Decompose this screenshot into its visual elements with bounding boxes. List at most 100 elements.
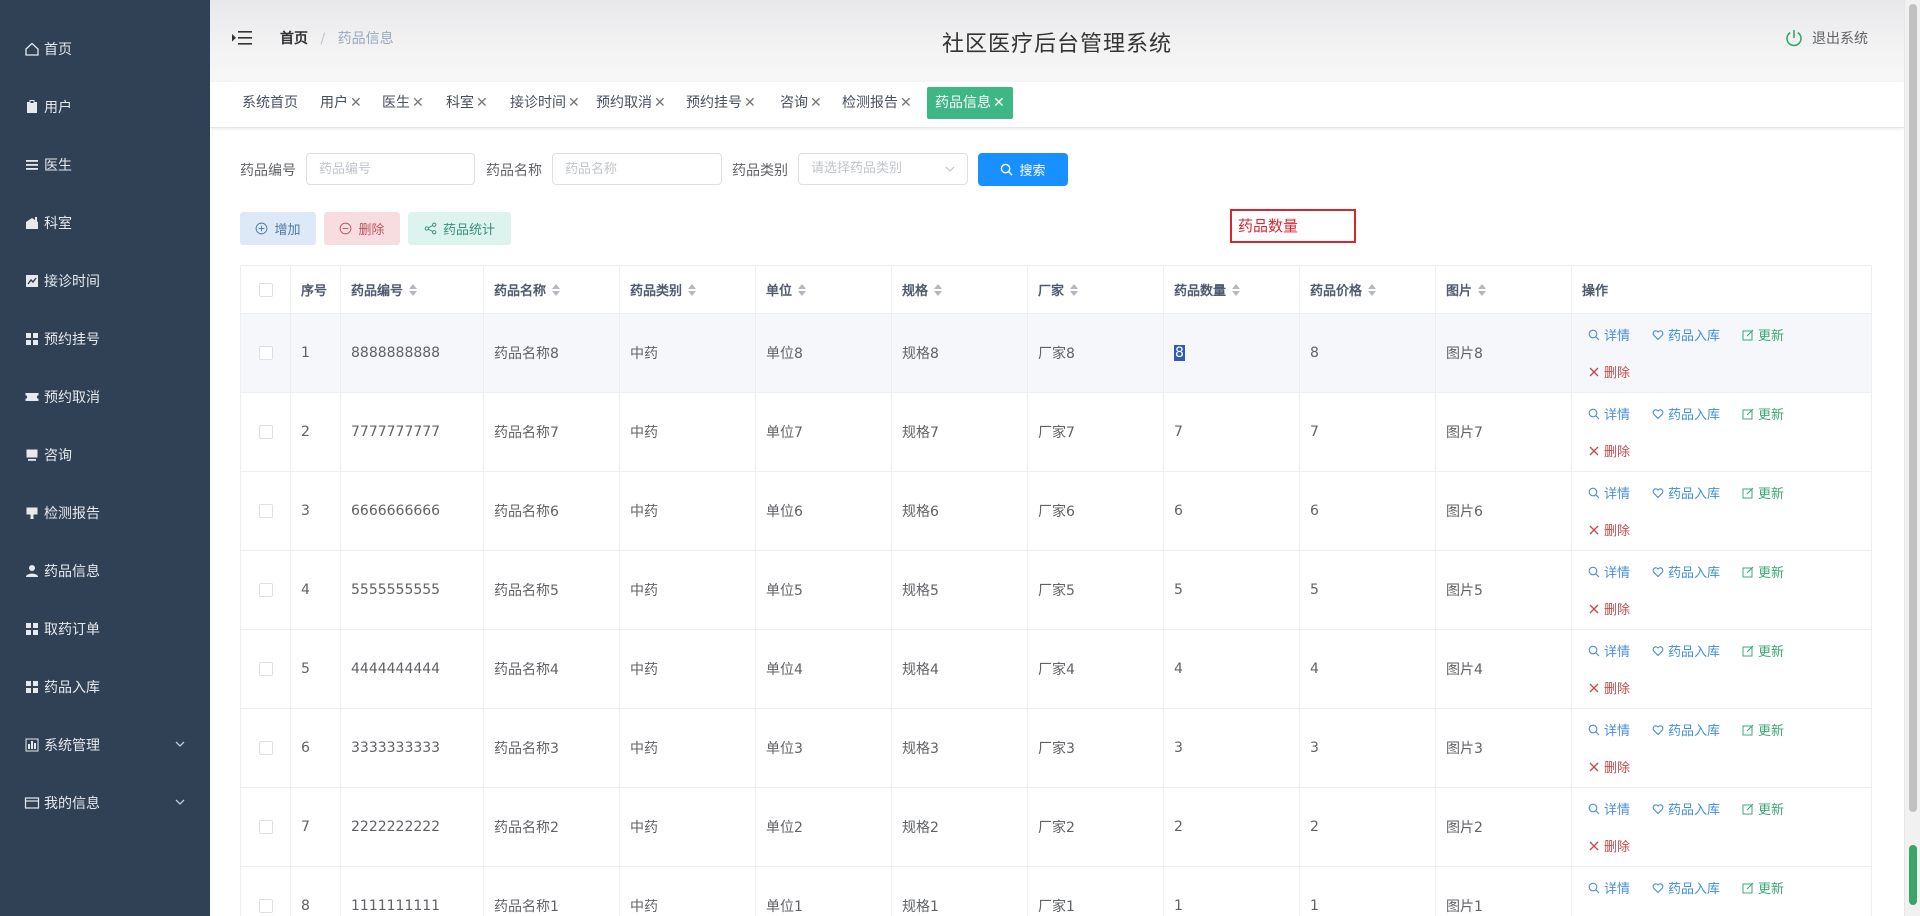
close-icon[interactable]: ✕ [568, 95, 580, 111]
sidebar-item[interactable]: 检测报告 [0, 484, 210, 542]
select-all-checkbox[interactable] [258, 282, 273, 297]
detail-button[interactable]: 详情 [1588, 483, 1630, 502]
sidebar-item[interactable]: 首页 [0, 20, 210, 78]
logout-button[interactable]: 退出系统 [1784, 28, 1868, 48]
sort-icon[interactable] [934, 283, 943, 296]
stock-in-button[interactable]: 药品入库 [1652, 483, 1720, 502]
tab-item[interactable]: 系统首页 [238, 87, 302, 119]
row-checkbox[interactable] [258, 820, 273, 834]
table-row[interactable]: 7 2222222222 药品名称2 中药 单位2 规格2 厂家2 2 2 图片2 详情 药品入库 更新… [241, 788, 1871, 867]
table-row[interactable]: 8 1111111111 药品名称1 中药 单位1 规格1 厂家1 1 1 图片1 详情 药品入库 更新… [241, 867, 1871, 916]
tab-item[interactable]: 药品信息 ✕ [927, 87, 1013, 119]
detail-button[interactable]: 详情 [1588, 720, 1630, 739]
delete-button[interactable]: 删除 [1588, 678, 1630, 697]
sort-icon[interactable] [409, 283, 418, 296]
vertical-scrollbar[interactable] [1904, 0, 1920, 916]
add-button[interactable]: 增加 [240, 212, 316, 245]
delete-button[interactable]: 删除 [1588, 757, 1630, 776]
column-header[interactable]: 规格 [892, 266, 1028, 313]
row-checkbox[interactable] [258, 899, 273, 913]
stock-in-button[interactable]: 药品入库 [1652, 404, 1720, 423]
table-row[interactable]: 6 3333333333 药品名称3 中药 单位3 规格3 厂家3 3 3 图片3 详情 药品入库 更新… [241, 709, 1871, 788]
tab-item[interactable]: 预约取消 ✕ [592, 87, 670, 119]
sidebar-item[interactable]: 药品入库 [0, 658, 210, 716]
sort-icon[interactable] [688, 283, 697, 296]
sidebar-item[interactable]: 科室 [0, 194, 210, 252]
update-button[interactable]: 更新 [1742, 483, 1784, 502]
tab-item[interactable]: 预约挂号 ✕ [682, 87, 760, 119]
stock-in-button[interactable]: 药品入库 [1652, 641, 1720, 660]
drug-type-select[interactable]: 请选择药品类别 [798, 153, 968, 185]
sidebar-item[interactable]: 我的信息 [0, 774, 210, 832]
column-header[interactable]: 单位 [756, 266, 892, 313]
detail-button[interactable]: 详情 [1588, 325, 1630, 344]
tab-item[interactable]: 检测报告 ✕ [838, 87, 916, 119]
update-button[interactable]: 更新 [1742, 799, 1784, 818]
sidebar-item[interactable]: 医生 [0, 136, 210, 194]
sort-icon[interactable] [1070, 283, 1079, 296]
table-row[interactable]: 3 6666666666 药品名称6 中药 单位6 规格6 厂家6 6 6 图片6 详情 药品入库 更新… [241, 472, 1871, 551]
search-button[interactable]: 搜索 [978, 153, 1068, 186]
drug-code-input[interactable] [306, 153, 475, 185]
sort-icon[interactable] [1478, 283, 1487, 296]
column-header[interactable]: 图片 [1436, 266, 1572, 313]
tab-item[interactable]: 咨询 ✕ [776, 87, 826, 119]
stock-in-button[interactable]: 药品入库 [1652, 562, 1720, 581]
update-button[interactable]: 更新 [1742, 720, 1784, 739]
chevron-down-icon[interactable] [174, 738, 186, 750]
chevron-down-icon[interactable] [174, 796, 186, 808]
update-button[interactable]: 更新 [1742, 562, 1784, 581]
close-icon[interactable]: ✕ [744, 95, 756, 111]
scrollbar-thumb[interactable] [1909, 4, 1917, 812]
detail-button[interactable]: 详情 [1588, 878, 1630, 897]
detail-button[interactable]: 详情 [1588, 641, 1630, 660]
row-checkbox[interactable] [258, 583, 273, 597]
sidebar-item[interactable]: 用户 [0, 78, 210, 136]
sidebar-item[interactable]: 系统管理 [0, 716, 210, 774]
sort-icon[interactable] [1232, 283, 1241, 296]
stock-in-button[interactable]: 药品入库 [1652, 325, 1720, 344]
delete-button[interactable]: 删除 [1588, 599, 1630, 618]
sort-icon[interactable] [798, 283, 807, 296]
column-header[interactable]: 药品数量 [1164, 266, 1300, 313]
delete-button[interactable]: 删除 [1588, 362, 1630, 381]
table-row[interactable]: 1 8888888888 药品名称8 中药 单位8 规格8 厂家8 8 8 图片8 详情 药品入库 更新… [241, 314, 1871, 393]
tab-item[interactable]: 接诊时间 ✕ [506, 87, 584, 119]
column-header[interactable]: 药品价格 [1300, 266, 1436, 313]
close-icon[interactable]: ✕ [900, 95, 912, 111]
column-header[interactable]: 药品名称 [484, 266, 620, 313]
tab-item[interactable]: 医生 ✕ [378, 87, 428, 119]
close-icon[interactable]: ✕ [476, 95, 488, 111]
delete-button[interactable]: 删除 [1588, 441, 1630, 460]
update-button[interactable]: 更新 [1742, 325, 1784, 344]
row-checkbox[interactable] [258, 425, 273, 439]
update-button[interactable]: 更新 [1742, 878, 1784, 897]
sidebar-item[interactable]: 预约取消 [0, 368, 210, 426]
sidebar-item[interactable]: 药品信息 [0, 542, 210, 600]
update-button[interactable]: 更新 [1742, 641, 1784, 660]
column-header[interactable]: 药品编号 [341, 266, 484, 313]
batch-delete-button[interactable]: 删除 [324, 212, 400, 245]
table-row[interactable]: 5 4444444444 药品名称4 中药 单位4 规格4 厂家4 4 4 图片4 详情 药品入库 更新… [241, 630, 1871, 709]
sort-icon[interactable] [552, 283, 561, 296]
tab-item[interactable]: 用户 ✕ [316, 87, 366, 119]
detail-button[interactable]: 详情 [1588, 799, 1630, 818]
table-row[interactable]: 2 7777777777 药品名称7 中药 单位7 规格7 厂家7 7 7 图片7 详情 药品入库 更新… [241, 393, 1871, 472]
close-icon[interactable]: ✕ [654, 95, 666, 111]
sort-icon[interactable] [1368, 283, 1377, 296]
sidebar-item[interactable]: 咨询 [0, 426, 210, 484]
drug-stats-button[interactable]: 药品统计 [408, 212, 511, 245]
close-icon[interactable]: ✕ [993, 95, 1005, 111]
column-header[interactable]: 厂家 [1028, 266, 1164, 313]
row-checkbox[interactable] [258, 504, 273, 518]
delete-button[interactable]: 删除 [1588, 520, 1630, 539]
stock-in-button[interactable]: 药品入库 [1652, 720, 1720, 739]
detail-button[interactable]: 详情 [1588, 404, 1630, 423]
stock-in-button[interactable]: 药品入库 [1652, 878, 1720, 897]
detail-button[interactable]: 详情 [1588, 562, 1630, 581]
stock-in-button[interactable]: 药品入库 [1652, 799, 1720, 818]
sidebar-item[interactable]: 接诊时间 [0, 252, 210, 310]
sidebar-item[interactable]: 预约挂号 [0, 310, 210, 368]
sidebar-item[interactable]: 取药订单 [0, 600, 210, 658]
row-checkbox[interactable] [258, 346, 273, 360]
